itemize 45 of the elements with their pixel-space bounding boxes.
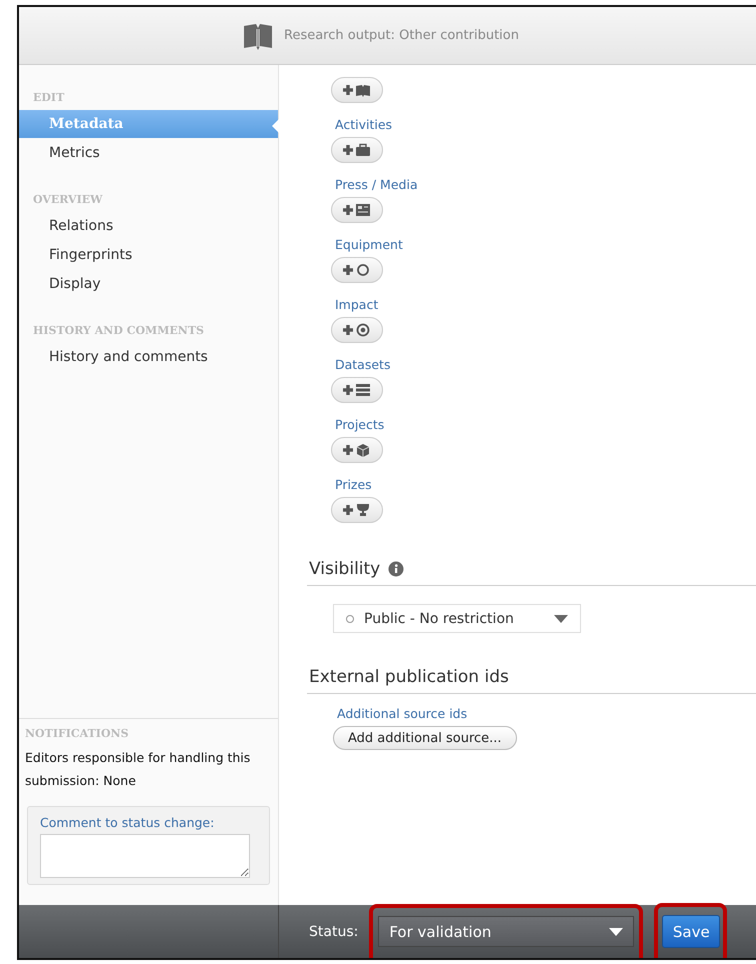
relation-label: Datasets bbox=[335, 357, 392, 372]
section-heading: HISTORY AND COMMENTS bbox=[32, 324, 205, 337]
add-relation-button[interactable] bbox=[331, 197, 383, 223]
add-relation-button[interactable] bbox=[331, 77, 383, 103]
comment-label: Comment to status change: bbox=[40, 815, 216, 830]
notification-text: Editors responsible for handling this submission: None bbox=[25, 749, 252, 790]
section-heading: NOTIFICATIONS bbox=[25, 727, 130, 740]
sidebar-item[interactable]: Metrics bbox=[19, 139, 278, 167]
plus-cube-icon bbox=[342, 443, 372, 457]
status-label: Status: bbox=[309, 924, 358, 940]
relation-label: Activities bbox=[335, 117, 394, 132]
relation-label: Projects bbox=[335, 417, 386, 432]
relation-label: Equipment bbox=[335, 237, 404, 252]
plus-book-icon bbox=[342, 83, 372, 97]
comment-field[interactable] bbox=[40, 834, 250, 878]
sidebar-item[interactable]: Relations bbox=[19, 212, 278, 240]
status-dropdown[interactable]: For validation bbox=[378, 916, 634, 947]
sidebar-item[interactable]: Fingerprints bbox=[19, 241, 278, 269]
section-title: External publication ids bbox=[307, 667, 756, 694]
sidebar-item[interactable]: History and comments bbox=[19, 343, 278, 371]
relation-label: Prizes bbox=[335, 477, 373, 492]
plus-briefcase-icon bbox=[342, 143, 372, 157]
add-relation-button[interactable] bbox=[331, 497, 383, 523]
field-label: Additional source ids bbox=[337, 706, 468, 721]
relation-label: Impact bbox=[335, 297, 380, 312]
visibility-dropdown[interactable]: Public - No restriction bbox=[333, 604, 581, 633]
plus-target-icon bbox=[342, 323, 372, 337]
add-relation-button[interactable] bbox=[331, 137, 383, 163]
add-source-button[interactable]: Add additional source... bbox=[333, 726, 517, 750]
plus-ring-icon bbox=[342, 263, 372, 277]
info-icon bbox=[388, 561, 404, 577]
sidebar-item[interactable]: Display bbox=[19, 270, 278, 298]
add-relation-button[interactable] bbox=[331, 437, 383, 463]
plus-trophy-icon bbox=[342, 503, 372, 517]
plus-newspaper-icon bbox=[342, 203, 372, 217]
add-relation-button[interactable] bbox=[331, 317, 383, 343]
add-relation-button[interactable] bbox=[331, 257, 383, 283]
add-relation-button[interactable] bbox=[331, 377, 383, 403]
plus-stack-icon bbox=[342, 383, 372, 397]
visibility-title: Visibility bbox=[309, 559, 380, 579]
save-button[interactable]: Save bbox=[662, 915, 720, 948]
relation-label: Press / Media bbox=[335, 177, 419, 192]
window-title: Research output: Other contribution bbox=[284, 28, 519, 43]
section-heading: EDIT bbox=[32, 91, 66, 104]
section-heading: OVERVIEW bbox=[32, 193, 104, 206]
